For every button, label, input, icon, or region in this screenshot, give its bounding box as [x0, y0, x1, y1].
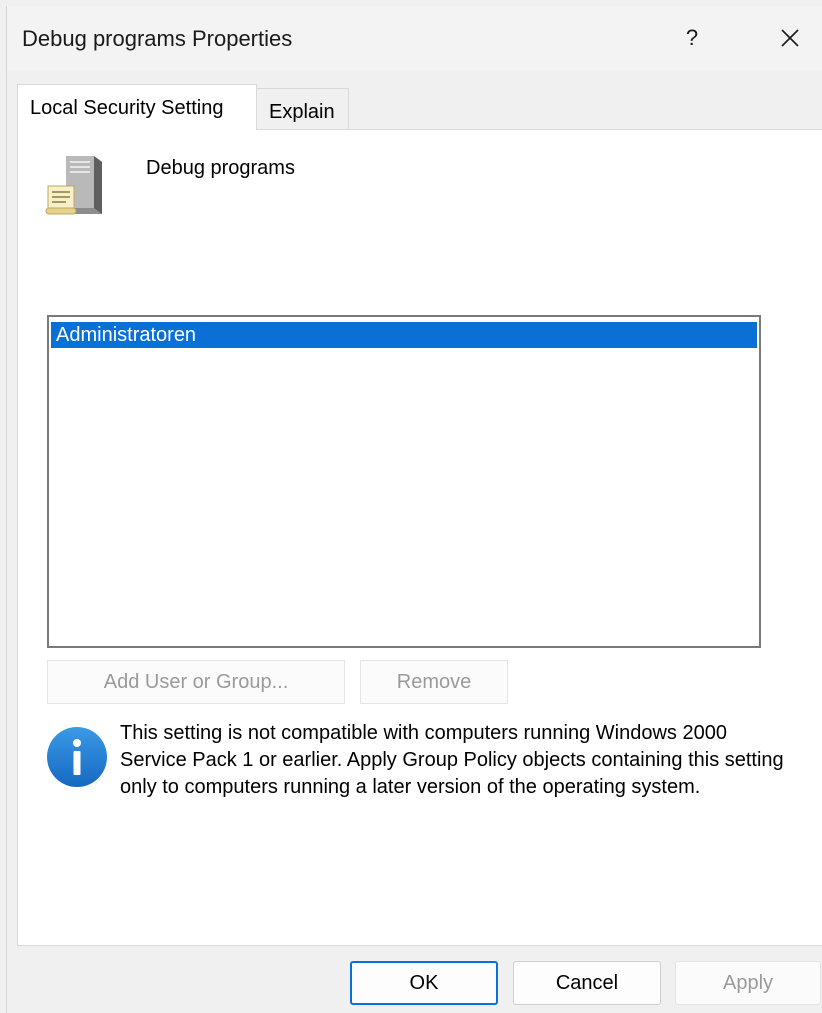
tab-local-security-setting[interactable]: Local Security Setting	[17, 84, 257, 130]
info-icon	[47, 727, 107, 787]
tab-explain[interactable]: Explain	[257, 88, 349, 130]
compatibility-info-text: This setting is not compatible with comp…	[120, 722, 784, 798]
cancel-button[interactable]: Cancel	[513, 961, 661, 1005]
apply-button[interactable]: Apply	[675, 961, 821, 1005]
tab-panel: Debug programs Administratoren Add User …	[17, 129, 822, 946]
close-icon	[781, 29, 799, 47]
policy-name: Debug programs	[146, 157, 295, 179]
remove-button[interactable]: Remove	[360, 660, 508, 704]
add-user-or-group-button[interactable]: Add User or Group...	[47, 660, 345, 704]
list-item[interactable]: Administratoren	[51, 322, 757, 348]
properties-dialog: Debug programs Properties ? Local Securi…	[6, 6, 822, 1013]
title-bar: Debug programs Properties ?	[7, 6, 822, 70]
dialog-title: Debug programs Properties	[22, 26, 293, 51]
close-button[interactable]	[765, 16, 815, 60]
ok-button[interactable]: OK	[350, 961, 498, 1005]
server-policy-icon	[45, 156, 102, 215]
help-button[interactable]: ?	[667, 16, 717, 60]
user-group-list[interactable]: Administratoren	[47, 315, 761, 648]
